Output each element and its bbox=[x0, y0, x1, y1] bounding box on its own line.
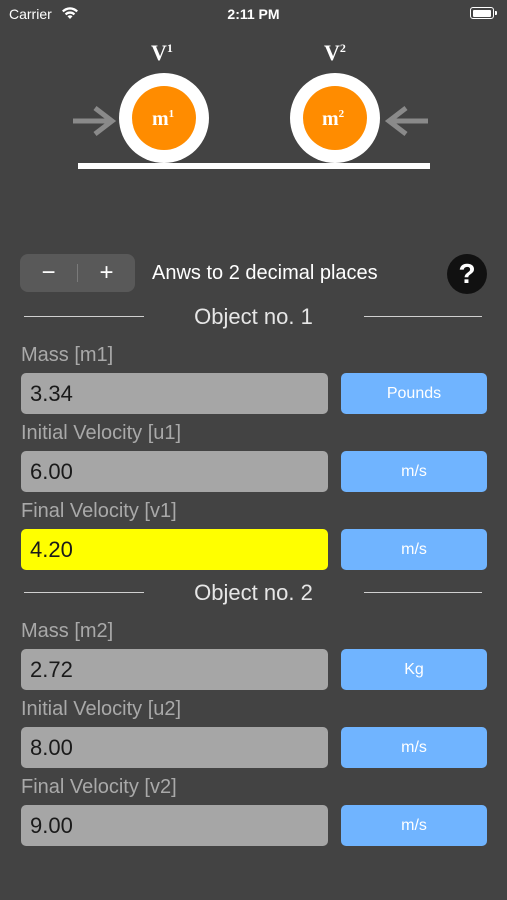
status-bar: Carrier 2:11 PM bbox=[0, 0, 507, 30]
battery-icon bbox=[470, 7, 497, 19]
mass2-label: Mass [m2] bbox=[21, 620, 114, 642]
collision-diagram: V1 V2 m1 m2 bbox=[73, 40, 430, 169]
decimal-places-label: Anws to 2 decimal places bbox=[152, 262, 378, 284]
final-velocity2-input[interactable]: 9.00 bbox=[21, 805, 328, 846]
v1-label: V1 bbox=[151, 40, 173, 65]
final-velocity1-result[interactable]: 4.20 bbox=[21, 529, 328, 570]
mass2-input[interactable]: 2.72 bbox=[21, 649, 328, 690]
final-velocity2-unit-button[interactable]: m/s bbox=[341, 805, 487, 846]
initial-velocity1-unit-button[interactable]: m/s bbox=[341, 451, 487, 492]
object1-header: Object no. 1 bbox=[0, 301, 507, 331]
mass-ball-2: m2 bbox=[290, 73, 380, 163]
mass1-label: Mass [m1] bbox=[21, 344, 114, 366]
header-divider-right bbox=[364, 592, 482, 593]
decrement-button[interactable]: − bbox=[20, 254, 77, 292]
mass-ball-1: m1 bbox=[119, 73, 209, 163]
object1-title: Object no. 1 bbox=[194, 304, 313, 329]
final-velocity2-label: Final Velocity [v2] bbox=[21, 776, 177, 798]
mass1-input[interactable]: 3.34 bbox=[21, 373, 328, 414]
ground-line bbox=[78, 163, 430, 169]
initial-velocity1-input[interactable]: 6.00 bbox=[21, 451, 328, 492]
status-time: 2:11 PM bbox=[227, 6, 280, 22]
arrow-right-icon bbox=[73, 106, 117, 136]
increment-button[interactable]: + bbox=[78, 254, 135, 292]
initial-velocity2-unit-button[interactable]: m/s bbox=[341, 727, 487, 768]
v2-label: V2 bbox=[324, 40, 346, 65]
mass2-unit-button[interactable]: Kg bbox=[341, 649, 487, 690]
initial-velocity2-input[interactable]: 8.00 bbox=[21, 727, 328, 768]
mass1-unit-button[interactable]: Pounds bbox=[341, 373, 487, 414]
object2-title: Object no. 2 bbox=[194, 580, 313, 605]
initial-velocity2-label: Initial Velocity [u2] bbox=[21, 698, 182, 720]
final-velocity1-label: Final Velocity [v1] bbox=[21, 500, 177, 522]
help-button[interactable]: ? bbox=[447, 254, 487, 294]
question-icon: ? bbox=[458, 258, 476, 289]
arrow-left-icon bbox=[384, 106, 428, 136]
object2-header: Object no. 2 bbox=[0, 577, 507, 607]
header-divider-right bbox=[364, 316, 482, 317]
decimal-stepper: − + bbox=[20, 254, 135, 292]
final-velocity1-unit-button[interactable]: m/s bbox=[341, 529, 487, 570]
initial-velocity1-label: Initial Velocity [u1] bbox=[21, 422, 182, 444]
